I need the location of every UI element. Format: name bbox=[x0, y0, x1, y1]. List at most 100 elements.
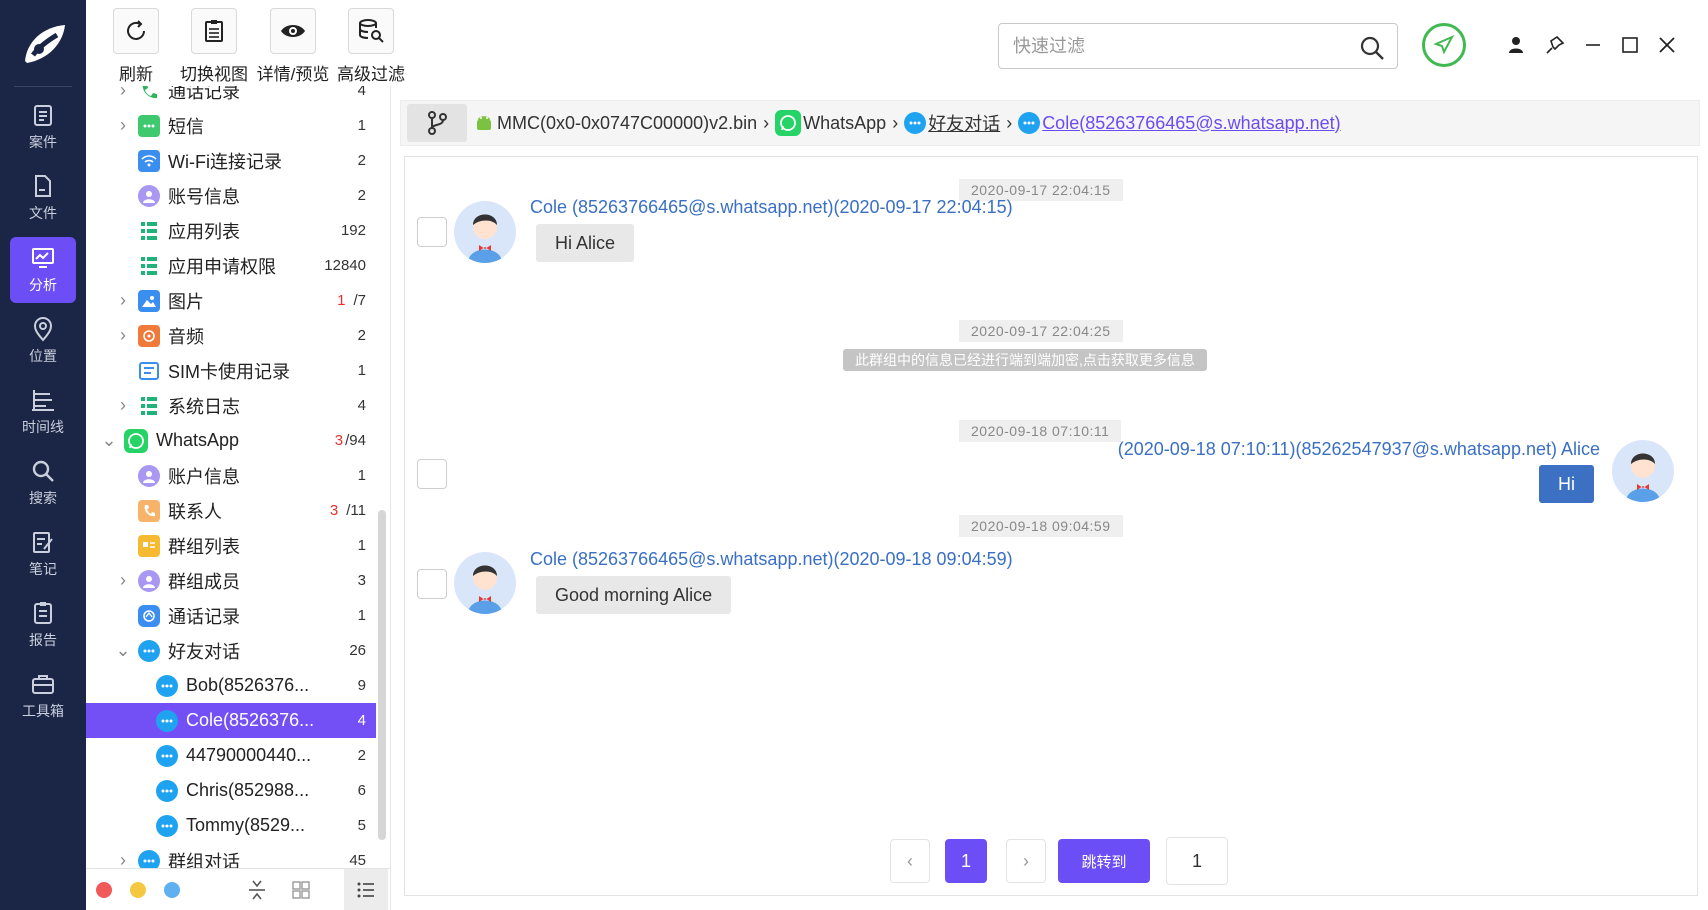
message-sender: Cole (85263766465@s.whatsapp.net)(2020-0… bbox=[530, 197, 1013, 217]
nav-item-notes[interactable]: 笔记 bbox=[10, 521, 76, 587]
tree-item-label: Chris(852988... bbox=[186, 780, 310, 800]
tree-item-count: 9 bbox=[357, 677, 366, 694]
tree-item-wa-calls[interactable]: 通话记录 1 bbox=[86, 598, 376, 633]
tree-item-friend-chats[interactable]: ⌄ 好友对话 26 bbox=[86, 633, 376, 668]
advanced-filter-button[interactable]: 高级过滤 bbox=[334, 8, 408, 85]
tree-item-whatsapp[interactable]: ⌄ WhatsApp 3/94 bbox=[86, 423, 376, 458]
current-page-button[interactable]: 1 bbox=[945, 839, 987, 883]
chevron-right-icon[interactable]: › bbox=[116, 290, 130, 310]
tree-item-chat-cole[interactable]: Cole(8526376... 4 bbox=[86, 703, 376, 738]
prev-page-button[interactable]: ‹ bbox=[890, 839, 930, 883]
list-view-button[interactable] bbox=[344, 869, 388, 910]
nav-item-report[interactable]: 报告 bbox=[10, 592, 76, 658]
message-bubble[interactable]: Hi bbox=[1539, 465, 1594, 503]
panel-divider[interactable] bbox=[390, 86, 391, 910]
tree-item-label: 通话记录 bbox=[168, 86, 240, 102]
yellow-dot-icon[interactable] bbox=[130, 882, 146, 898]
chevron-right-icon[interactable]: › bbox=[116, 570, 130, 590]
message-checkbox[interactable] bbox=[417, 217, 447, 247]
tree-item-account[interactable]: 账号信息 2 bbox=[86, 178, 376, 213]
blue-dot-icon[interactable] bbox=[164, 882, 180, 898]
tree-item-group-list[interactable]: 群组列表 1 bbox=[86, 528, 376, 563]
user-icon bbox=[1509, 37, 1523, 53]
nav-label: 工具箱 bbox=[22, 703, 64, 719]
tree-scrollbar[interactable] bbox=[378, 510, 386, 840]
maximize-button[interactable] bbox=[1615, 30, 1645, 60]
quick-filter-input[interactable] bbox=[1013, 32, 1343, 60]
tree-item-chat-tommy[interactable]: Tommy(8529... 5 bbox=[86, 808, 376, 843]
account-icon bbox=[138, 464, 160, 487]
message-bubble[interactable]: Good morning Alice bbox=[536, 576, 732, 614]
user-button[interactable] bbox=[1501, 30, 1531, 60]
tree-item-chat-number[interactable]: 44790000440... 2 bbox=[86, 738, 376, 773]
tree-item-sms[interactable]: › 短信 1 bbox=[86, 108, 376, 143]
grid-view-button[interactable] bbox=[279, 869, 323, 910]
chevron-down-icon[interactable]: ⌄ bbox=[101, 430, 116, 450]
chevron-right-icon[interactable]: › bbox=[116, 325, 130, 345]
tree-item-wifi[interactable]: Wi-Fi连接记录 2 bbox=[86, 143, 376, 178]
tree-item-label: 账号信息 bbox=[168, 186, 240, 207]
message-checkbox[interactable] bbox=[417, 459, 447, 489]
nav-item-analysis[interactable]: 分析 bbox=[10, 237, 76, 303]
breadcrumb-app[interactable]: WhatsApp bbox=[775, 110, 886, 136]
nav-label: 报告 bbox=[29, 632, 57, 648]
breadcrumb-file[interactable]: MMC(0x0-0x0747C00000)v2.bin bbox=[475, 113, 757, 134]
nav-item-timeline[interactable]: 时间线 bbox=[10, 379, 76, 445]
jump-to-button[interactable]: 跳转到 bbox=[1058, 839, 1150, 883]
detail-preview-button[interactable]: 详情/预览 bbox=[256, 8, 330, 85]
clipboard-icon bbox=[34, 105, 52, 126]
tree-item-audio[interactable]: › 音频 2 bbox=[86, 318, 376, 353]
breadcrumb-chat-link[interactable]: Cole(85263766465@s.whatsapp.net) bbox=[1042, 113, 1340, 134]
breadcrumb-chat[interactable]: Cole(85263766465@s.whatsapp.net) bbox=[1018, 112, 1341, 134]
chevron-right-icon[interactable]: › bbox=[116, 850, 130, 870]
next-page-button[interactable]: › bbox=[1006, 839, 1046, 883]
close-icon bbox=[1659, 37, 1675, 53]
tree-item-sim[interactable]: SIM卡使用记录 1 bbox=[86, 353, 376, 388]
message-timestamp: 2020-09-17 22:04:25 bbox=[959, 320, 1123, 342]
nav-item-toolbox[interactable]: 工具箱 bbox=[10, 663, 76, 729]
nav-item-file[interactable]: 文件 bbox=[10, 165, 76, 231]
tree-item-call-log[interactable]: › 通话记录 4 bbox=[86, 86, 376, 108]
tree-item-label: Tommy(8529... bbox=[186, 815, 306, 835]
switch-view-button[interactable]: 切换视图 bbox=[177, 8, 251, 85]
breadcrumb-app-label: WhatsApp bbox=[803, 112, 887, 133]
tree-item-images[interactable]: › 图片 1/7 bbox=[86, 283, 376, 318]
tree-item-label: 应用申请权限 bbox=[168, 256, 276, 277]
chevron-right-icon[interactable]: › bbox=[116, 115, 130, 135]
breadcrumb-category[interactable]: 好友对话 bbox=[904, 110, 1000, 136]
jump-page-input[interactable]: 1 bbox=[1166, 837, 1228, 885]
file-icon bbox=[35, 175, 51, 197]
branch-button[interactable] bbox=[407, 104, 467, 142]
message-timestamp: 2020-09-18 07:10:11 bbox=[959, 420, 1122, 442]
message-sender: (2020-09-18 07:10:11)(85262547937@s.what… bbox=[1117, 439, 1600, 459]
chevron-right-icon[interactable]: › bbox=[116, 86, 130, 100]
chevron-down-icon[interactable]: ⌄ bbox=[115, 640, 130, 660]
nav-item-search[interactable]: 搜索 bbox=[10, 450, 76, 516]
app-logo bbox=[0, 0, 86, 88]
pin-button[interactable] bbox=[1540, 30, 1570, 60]
collapse-all-button[interactable] bbox=[235, 869, 279, 910]
phone-icon bbox=[138, 86, 160, 102]
nav-item-location[interactable]: 位置 bbox=[10, 308, 76, 374]
encryption-notice[interactable]: 此群组中的信息已经进行端到端加密,点击获取更多信息 bbox=[843, 349, 1207, 371]
minimize-button[interactable] bbox=[1578, 30, 1608, 60]
message-checkbox[interactable] bbox=[417, 569, 447, 599]
tree-item-app-permissions[interactable]: 应用申请权限 12840 bbox=[86, 248, 376, 283]
tree-item-system-log[interactable]: › 系统日志 4 bbox=[86, 388, 376, 423]
tree-item-group-members[interactable]: › 群组成员 3 bbox=[86, 563, 376, 598]
tree-item-wa-account[interactable]: 账户信息 1 bbox=[86, 458, 376, 493]
message-bubble[interactable]: Hi Alice bbox=[536, 224, 635, 262]
nav-item-case[interactable]: 案件 bbox=[10, 94, 76, 160]
tree-item-contacts[interactable]: 联系人 3/11 bbox=[86, 493, 376, 528]
tree-item-chat-chris[interactable]: Chris(852988... 6 bbox=[86, 773, 376, 808]
chevron-right-icon[interactable]: › bbox=[116, 395, 130, 415]
tree-item-app-list[interactable]: 应用列表 192 bbox=[86, 213, 376, 248]
tree-item-count: 45 bbox=[349, 852, 366, 869]
close-button[interactable] bbox=[1652, 30, 1682, 60]
tree-item-chat-bob[interactable]: Bob(8526376... 9 bbox=[86, 668, 376, 703]
refresh-button[interactable]: 刷新 bbox=[99, 8, 173, 85]
search-icon[interactable] bbox=[1359, 35, 1385, 66]
red-dot-icon[interactable] bbox=[96, 882, 112, 898]
send-button[interactable] bbox=[1422, 23, 1466, 67]
breadcrumb: MMC(0x0-0x0747C00000)v2.bin › WhatsApp ›… bbox=[400, 100, 1700, 146]
